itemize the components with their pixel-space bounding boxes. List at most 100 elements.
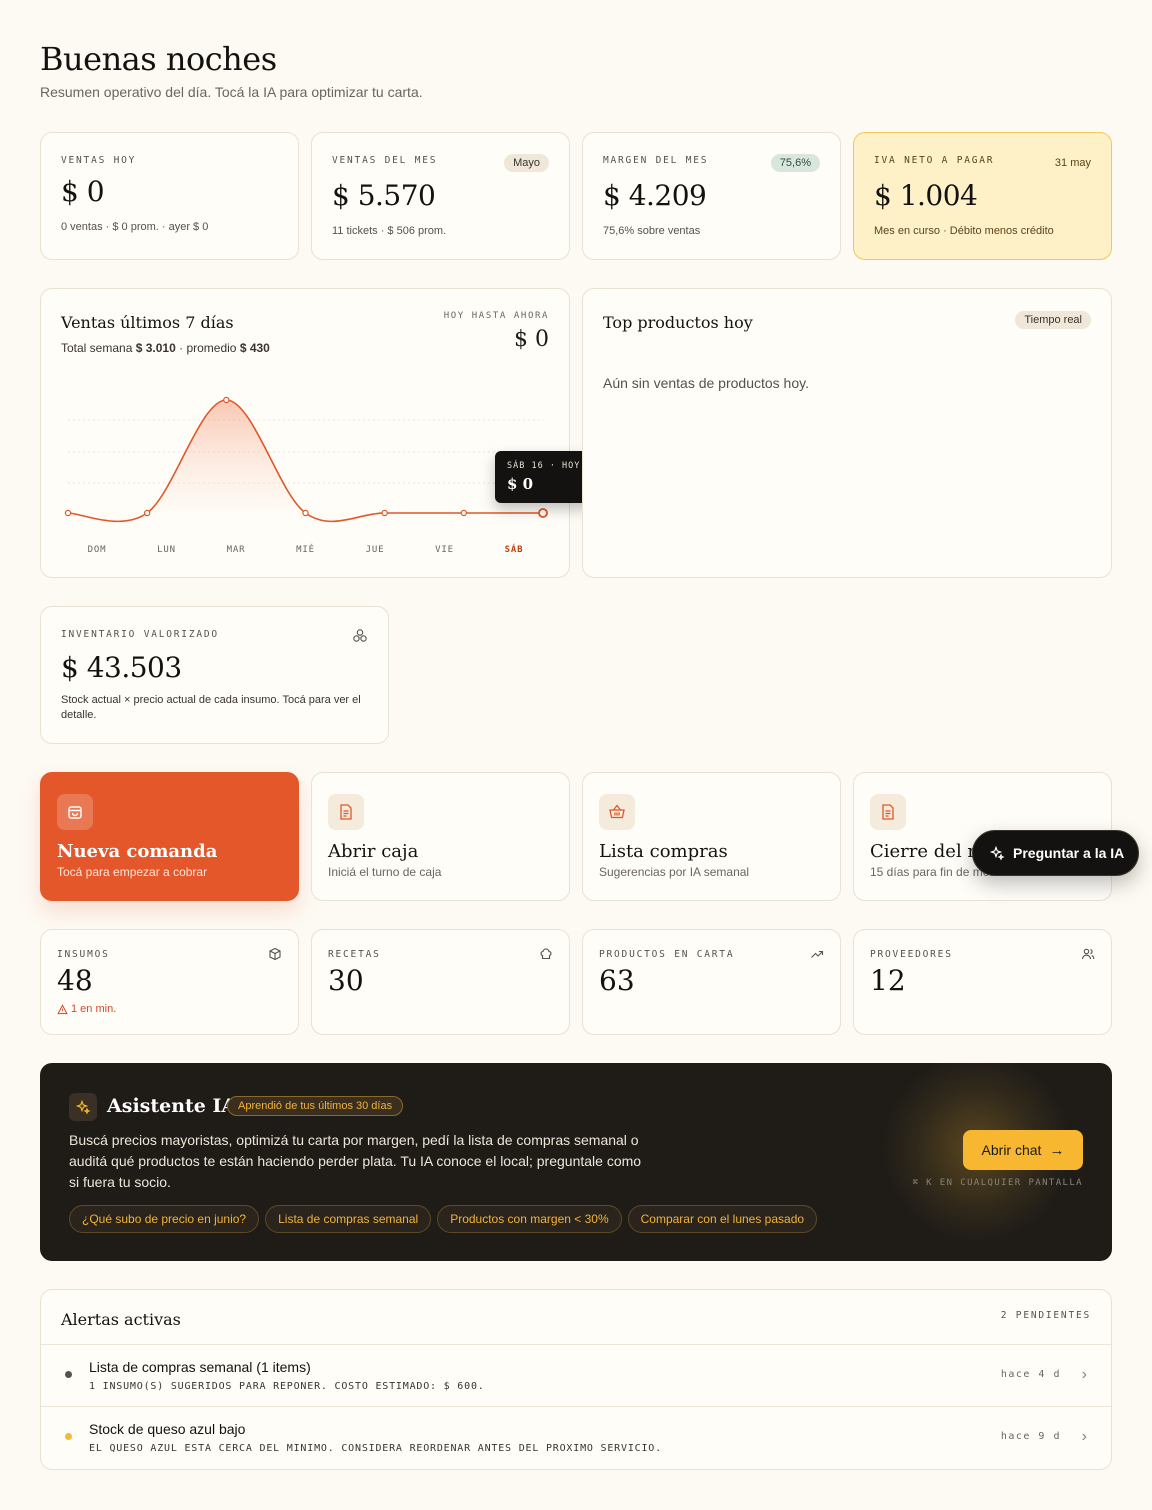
action-title: Lista compras [599,841,728,862]
kpi-card-iva[interactable]: IVA NETO A PAGAR 31 may $ 1.004 Mes en c… [853,132,1112,260]
kpi-label: VENTAS DEL MES [332,155,438,166]
warning-icon [57,1003,68,1014]
users-icon [1081,948,1095,960]
stat-card-productos[interactable]: PRODUCTOS EN CARTA 63 [582,929,841,1035]
kpi-label: VENTAS HOY [61,155,137,166]
month-badge: Mayo [504,154,549,172]
stat-value: 12 [870,964,906,997]
kpi-label: MARGEN DEL MES [603,155,709,166]
chef-hat-icon [540,948,552,960]
alert-time: hace 9 d [1000,1431,1061,1442]
kpi-value: $ 0 [61,175,105,208]
alerts-count: 2 PENDIENTES [1000,1310,1091,1321]
stat-label: RECETAS [328,949,381,960]
ask-ai-label: Preguntar a la IA [1013,845,1125,861]
cube-icon [269,947,281,961]
stat-label: INSUMOS [57,949,110,960]
stat-label: PROVEEDORES [870,949,953,960]
kpi-subtext: 75,6% sobre ventas [603,225,701,237]
inventory-description: Stock actual × precio actual de cada ins… [61,694,361,721]
sales-chart-card: Ventas últimos 7 días Total semana $ 3.0… [40,288,591,578]
stat-label: PRODUCTOS EN CARTA [599,949,735,960]
inventory-label: INVENTARIO VALORIZADO [61,629,219,640]
kpi-value: $ 5.570 [332,179,436,212]
suggestion-chips: ¿Qué subo de precio en junio? Lista de co… [69,1205,823,1233]
top-products-title: Top productos hoy [603,313,753,332]
alert-title: Stock de queso azul bajo [89,1421,246,1437]
alert-row[interactable]: Lista de compras semanal (1 items) 1 INS… [41,1344,1111,1406]
sparkles-icon [69,1093,97,1121]
action-title: Nueva comanda [57,841,218,862]
arrow-right-icon: → [1049,1141,1065,1159]
kpi-value: $ 1.004 [874,179,978,212]
inventory-card[interactable]: INVENTARIO VALORIZADO $ 43.503 Stock act… [40,606,389,744]
alert-description: 1 INSUMO(S) SUGERIDOS PARA REPONER. COST… [89,1381,485,1392]
suggestion-chip[interactable]: Lista de compras semanal [265,1205,432,1233]
suggestion-chip[interactable]: Comparar con el lunes pasado [627,1205,818,1233]
alert-status-dot [65,1433,72,1440]
action-subtitle: Iniciá el turno de caja [328,865,442,879]
document-icon [328,794,364,830]
alert-row[interactable]: Stock de queso azul bajo EL QUESO AZUL E… [41,1406,1111,1468]
x-axis-label: JUE [366,545,385,555]
alerts-card: Alertas activas 2 PENDIENTES Lista de co… [40,1289,1112,1470]
alerts-title: Alertas activas [61,1310,181,1329]
open-chat-button[interactable]: Abrir chat → [963,1130,1083,1170]
chevron-right-icon: › [1081,1428,1087,1445]
alert-description: EL QUESO AZUL ESTA CERCA DEL MINIMO. CON… [89,1443,662,1454]
empty-state-text: Aún sin ventas de productos hoy. [603,375,809,391]
data-point[interactable] [223,396,230,404]
bag-icon [57,794,93,830]
x-axis-label: SÁB [505,543,524,555]
suggestion-chip[interactable]: Productos con margen < 30% [437,1205,622,1233]
chart-area [68,400,543,522]
kpi-subtext: 0 ventas · $ 0 prom. · ayer $ 0 [61,221,209,233]
tooltip-label: SÁB 16 · HOY [507,461,581,471]
ask-ai-floating-button[interactable]: Preguntar a la IA [972,830,1139,876]
data-point[interactable] [302,509,309,517]
stat-value: 30 [328,964,364,997]
action-subtitle: Tocá para empezar a cobrar [57,865,208,879]
chevron-right-icon: › [1081,1366,1087,1383]
shopping-list-button[interactable]: Lista compras Sugerencias por IA semanal [582,772,841,901]
due-date: 31 may [1054,157,1091,169]
trending-up-icon [811,950,824,958]
stat-card-proveedores[interactable]: PROVEEDORES 12 [853,929,1112,1035]
chart-tooltip: SÁB 16 · HOY $ 0 [495,451,591,503]
x-axis-label: DOM [88,545,107,555]
keyboard-shortcut-hint: ⌘ K EN CUALQUIER PANTALLA [912,1178,1083,1188]
inventory-value: $ 43.503 [61,651,182,684]
kpi-card-ventas-mes[interactable]: VENTAS DEL MES Mayo $ 5.570 11 tickets ·… [311,132,570,260]
stat-value: 48 [57,964,93,997]
new-order-button[interactable]: Nueva comanda Tocá para empezar a cobrar [40,772,299,901]
kpi-subtext: Mes en curso · Débito menos crédito [874,225,1054,237]
page-subtitle: Resumen operativo del día. Tocá la IA pa… [40,84,423,100]
action-subtitle: Sugerencias por IA semanal [599,865,750,879]
tooltip-value: $ 0 [507,475,534,493]
x-axis-label: MIÉ [296,543,315,555]
data-point[interactable] [381,509,388,517]
alert-status-dot [65,1371,72,1378]
data-point[interactable] [538,508,548,518]
data-point[interactable] [460,509,468,517]
assistant-badge: Aprendió de tus últimos 30 días [227,1096,404,1116]
data-point[interactable] [143,509,151,517]
ai-assistant-panel: Asistente IA Aprendió de tus últimos 30 … [40,1063,1112,1261]
low-stock-warning: 1 en min. [57,1003,116,1015]
alert-title: Lista de compras semanal (1 items) [89,1359,311,1375]
suggestion-chip[interactable]: ¿Qué subo de precio en junio? [69,1205,260,1233]
kpi-label: IVA NETO A PAGAR [874,155,995,166]
kpi-card-margen-mes[interactable]: MARGEN DEL MES 75,6% $ 4.209 75,6% sobre… [582,132,841,260]
kpi-card-ventas-hoy[interactable]: VENTAS HOY $ 0 0 ventas · $ 0 prom. · ay… [40,132,299,260]
boxes-icon [353,629,367,642]
x-axis-label: VIE [435,545,454,555]
stat-card-insumos[interactable]: INSUMOS 48 1 en min. [40,929,299,1035]
data-point[interactable] [64,509,72,517]
assistant-description: Buscá precios mayoristas, optimizá tu ca… [69,1132,642,1190]
x-axis-label: LUN [157,545,176,555]
basket-icon [599,794,635,830]
stat-note: 1 en min. [71,1003,117,1015]
stat-card-recetas[interactable]: RECETAS 30 [311,929,570,1035]
open-register-button[interactable]: Abrir caja Iniciá el turno de caja [311,772,570,901]
top-products-card: Top productos hoy Tiempo real Aún sin ve… [582,288,1112,578]
